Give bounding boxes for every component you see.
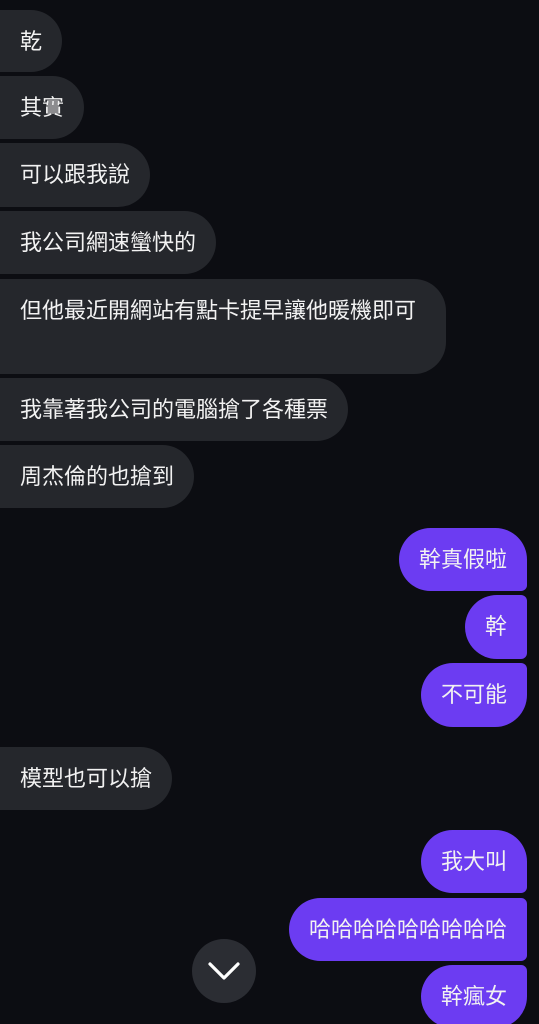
outgoing-message[interactable]: 幹真假啦 — [398, 528, 527, 591]
incoming-message[interactable]: 我靠著我公司的電腦搶了各種票 — [0, 378, 349, 441]
incoming-message[interactable]: 我公司網速蠻快的 — [0, 211, 217, 274]
incoming-message[interactable]: 但他最近開網站有點卡提早讓他暖機即可 — [0, 279, 446, 374]
outgoing-message[interactable]: 幹 — [464, 595, 527, 659]
outgoing-message[interactable]: 不可能 — [420, 663, 527, 727]
incoming-message[interactable]: 乾 — [0, 10, 63, 72]
chevron-down-icon — [208, 962, 240, 980]
incoming-message[interactable]: 可以跟我說 — [0, 143, 151, 207]
chat-thread[interactable]: 乾 其實 可以跟我說 我公司網速蠻快的 但他最近開網站有點卡提早讓他暖機即可 我… — [0, 0, 539, 1024]
outgoing-message[interactable]: 哈哈哈哈哈哈哈哈哈 — [288, 898, 527, 961]
outgoing-message[interactable]: 幹瘋女 — [420, 965, 527, 1024]
incoming-message[interactable]: 模型也可以搶 — [0, 747, 173, 810]
outgoing-message[interactable]: 我大叫 — [420, 830, 527, 893]
incoming-message[interactable]: 周杰倫的也搶到 — [0, 445, 195, 508]
incoming-message[interactable]: 其實 — [0, 76, 85, 139]
scroll-to-bottom-button[interactable] — [192, 939, 256, 1003]
